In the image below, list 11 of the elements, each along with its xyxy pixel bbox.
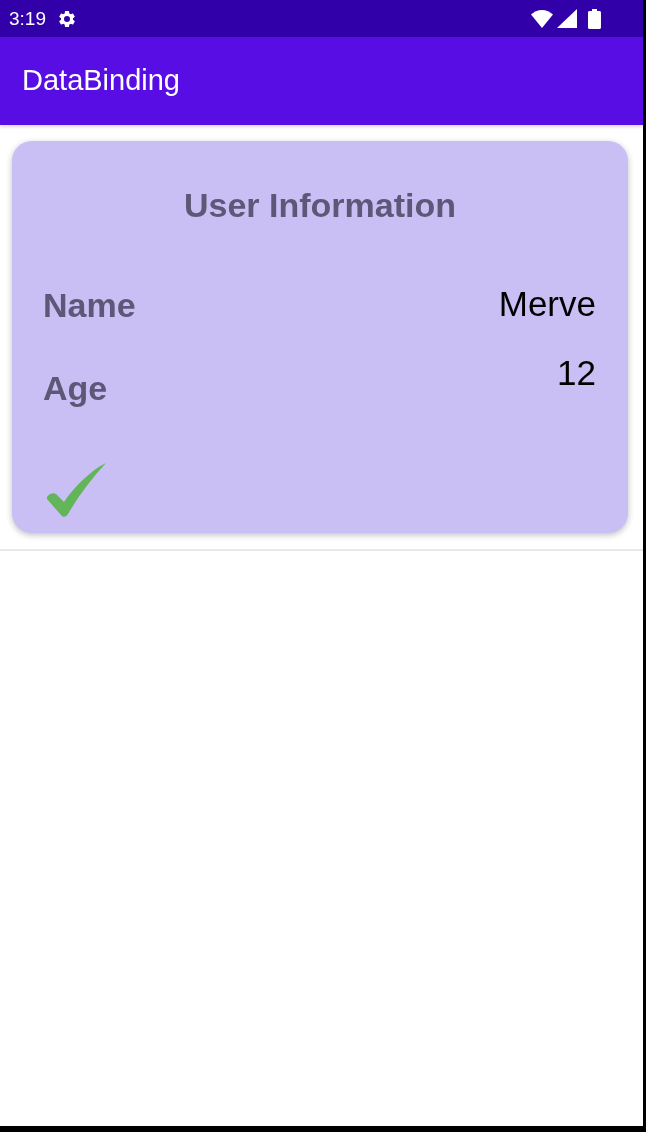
field-value: Merve (498, 283, 596, 325)
signal-icon (557, 9, 577, 28)
card-title: User Information (182, 185, 457, 225)
status-time: 3:19 (9, 7, 46, 30)
field-label: Age (43, 368, 109, 408)
settings-icon (57, 8, 77, 29)
field-value: 12 (557, 352, 596, 394)
app-title: DataBinding (22, 63, 180, 97)
field-label: Name (43, 285, 136, 325)
battery-icon (588, 8, 601, 29)
wifi-icon (531, 9, 553, 28)
